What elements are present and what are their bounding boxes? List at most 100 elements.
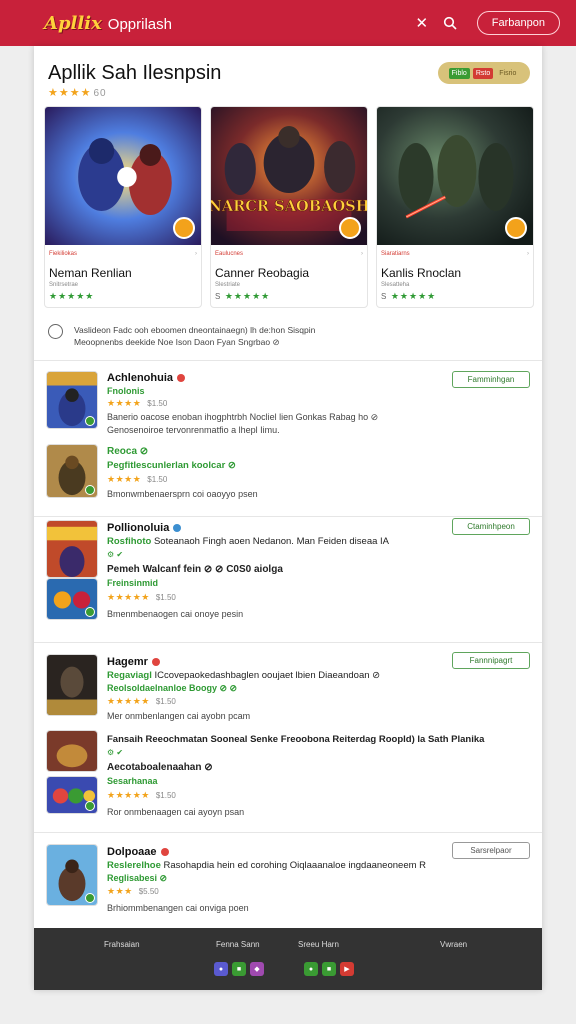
footer-social-group: ● ■ ▶ xyxy=(304,962,354,976)
app-rating: ★★★★ $1.50 xyxy=(107,474,167,485)
notice-text: Vaslideon Fadc ooh eboomen dneontainaegn… xyxy=(74,324,514,348)
app-thumbnail[interactable] xyxy=(46,776,98,814)
app-thumbnail[interactable] xyxy=(46,730,98,772)
star-glyphs: ★★★★★ xyxy=(107,696,150,706)
star-glyphs: ★★★★ xyxy=(107,398,142,408)
logo-text: Opprilash xyxy=(107,15,172,33)
social-icon[interactable]: ● xyxy=(304,962,318,976)
footer: Frahsaian Fenna Sann Sreeu Harn Vwraen ●… xyxy=(34,928,542,990)
app-thumbnail[interactable] xyxy=(46,844,98,906)
app-name-text: Achlenohuia xyxy=(107,372,174,384)
featured-name[interactable]: Kanlis Rnoclan xyxy=(377,257,533,280)
featured-name[interactable]: Neman Renlian xyxy=(45,257,201,280)
featured-image[interactable]: NARCR SAOBAOSH xyxy=(211,107,367,245)
section-action-button[interactable]: Sarsrelpaor xyxy=(452,842,530,859)
app-rating: ★★★★★ $1.50 xyxy=(107,696,176,707)
category-label: Siaratiarns xyxy=(381,251,410,257)
featured-image-title: NARCR SAOBAOSH xyxy=(211,198,367,215)
header-action-button[interactable]: Farbanpon xyxy=(476,11,560,35)
app-subtitle-text: Rasohapdia hein ed corohing Oiqlaaanaloe… xyxy=(163,860,427,871)
footer-link[interactable]: Frahsaian xyxy=(104,940,140,949)
logo[interactable]: Apllix Opprilash xyxy=(44,13,172,34)
app-section: Sarsrelpaor Dolpoaae Reslerelhoe Rasohap… xyxy=(34,840,542,928)
app-price: $1.50 xyxy=(155,697,176,706)
app-name[interactable]: Aecotaboalenaahan ⊘ xyxy=(107,762,213,773)
hero-tag-group[interactable]: Fiblo Rsto Fisrio xyxy=(438,62,530,84)
social-icon[interactable]: ● xyxy=(214,962,228,976)
rating-stars: ★★★★ xyxy=(48,87,92,99)
app-description: Brhiommbenangen cai onviga poen xyxy=(107,903,249,913)
app-name[interactable]: Pollionoluia xyxy=(107,522,182,534)
top-bar: Apllix Opprilash ✕ Farbanpon xyxy=(0,0,576,46)
section-action-button[interactable]: Fannnipagrt xyxy=(452,652,530,669)
app-thumbnail[interactable] xyxy=(46,654,98,716)
app-subtitle: Rosfihoto Soteanaoh Fingh aoen Nedanon. … xyxy=(107,536,389,547)
app-subtitle: Regaviagl ICcovepaokedashbaglen ooujaet … xyxy=(107,670,380,681)
notice-line: Vaslideon Fadc ooh eboomen dneontainaegn… xyxy=(74,325,316,335)
app-name[interactable]: Pemeh Walcanf fein ⊘ ⊘ C0S0 aiolga xyxy=(107,564,283,575)
app-name[interactable]: Reoca ⊘ xyxy=(107,446,148,457)
hero-rating: ★★★★ 60 xyxy=(48,86,107,99)
social-icon[interactable]: ■ xyxy=(322,962,336,976)
app-name[interactable]: Fansaih Reeochmatan Sooneal Senke Freoob… xyxy=(107,734,484,745)
section-action-button[interactable]: Ctaminhpeon xyxy=(452,518,530,535)
featured-category: Fiekiliokas › xyxy=(49,251,197,257)
app-description: Bmonwmbenaersprn coi oaoyyo psen xyxy=(107,489,258,499)
app-description: Ror onmbenaagen cai ayoyn psan xyxy=(107,807,245,817)
tag-green[interactable]: Fiblo xyxy=(448,67,470,79)
divider xyxy=(34,360,542,361)
footer-link[interactable]: Sreeu Harn xyxy=(298,940,339,949)
footer-link[interactable]: Fenna Sann xyxy=(216,940,260,949)
main-content: Apllik Sah Ilesnpsin ★★★★ 60 Fiblo Rsto F… xyxy=(34,46,542,990)
verified-icon xyxy=(85,607,95,617)
app-price: $1.50 xyxy=(147,399,168,408)
app-price: $1.50 xyxy=(155,593,176,602)
app-description: Genosenoiroe tervonrenmatfio a lhepl Iim… xyxy=(107,425,280,435)
tag-red[interactable]: Rsto xyxy=(472,67,494,79)
app-name[interactable]: Dolpoaae xyxy=(107,846,169,858)
verified-icon xyxy=(85,485,95,495)
featured-card[interactable]: NARCR SAOBAOSH Eaulucnes › Canner Reobagi… xyxy=(210,106,368,308)
platform-icons: ⚙ ✔ xyxy=(107,748,124,757)
featured-category: Siaratiarns › xyxy=(381,251,529,257)
search-icon[interactable] xyxy=(439,12,461,34)
app-rating: ★★★★ $1.50 xyxy=(107,398,167,409)
featured-card[interactable]: Fiekiliokas › Neman Renlian Snitrsetrae ★… xyxy=(44,106,202,308)
featured-rating: S xyxy=(215,292,222,301)
award-badge-icon xyxy=(505,217,527,239)
featured-image[interactable] xyxy=(377,107,533,245)
featured-card[interactable]: Siaratiarns › Kanlis Rnoclan Slesatteha S… xyxy=(376,106,534,308)
award-badge-icon xyxy=(173,217,195,239)
app-category: Fnolonis xyxy=(107,386,145,396)
tag-plain[interactable]: Fisrio xyxy=(496,68,519,79)
star-glyphs: ★★★★ xyxy=(107,474,142,484)
social-icon[interactable]: ■ xyxy=(232,962,246,976)
rating-count: 60 xyxy=(93,88,107,99)
featured-name[interactable]: Canner Reobagia xyxy=(211,257,367,280)
category-label: Eaulucnes xyxy=(215,251,244,257)
star-glyphs: ★★★ xyxy=(107,886,133,896)
app-thumbnail[interactable] xyxy=(46,520,98,578)
app-subtitle-green: Reslerelhoe xyxy=(107,860,161,871)
hot-badge-icon xyxy=(177,374,186,383)
app-name[interactable]: Hagemr xyxy=(107,656,160,668)
star-glyphs: ★★★★★ xyxy=(107,592,150,602)
app-thumbnail[interactable] xyxy=(46,444,98,498)
app-thumbnail[interactable] xyxy=(46,371,98,429)
section-action-button[interactable]: Famminhgan xyxy=(452,371,530,388)
app-name[interactable]: Achlenohuia xyxy=(107,372,186,384)
featured-image[interactable] xyxy=(45,107,201,245)
app-subtitle-text: Pegfitlescunlerlan koolcar ⊘ xyxy=(107,460,236,471)
social-icon[interactable]: ▶ xyxy=(340,962,354,976)
star-glyphs: ★★★★★ xyxy=(390,291,437,301)
app-category: Sesarhanaa xyxy=(107,776,158,786)
footer-link[interactable]: Vwraen xyxy=(440,940,467,949)
social-icon[interactable]: ◆ xyxy=(250,962,264,976)
tools-icon[interactable]: ✕ xyxy=(411,12,433,34)
app-thumbnail[interactable] xyxy=(46,578,98,620)
app-subtitle-text: Soteanaoh Fingh aoen Nedanon. Man Feiden… xyxy=(153,536,390,547)
app-price: $1.50 xyxy=(155,791,176,800)
app-description: Bmenmbenaogen cai onoye pesin xyxy=(107,609,244,619)
app-category: Freinsinmid xyxy=(107,578,159,588)
app-name-text: Dolpoaae xyxy=(107,846,157,858)
